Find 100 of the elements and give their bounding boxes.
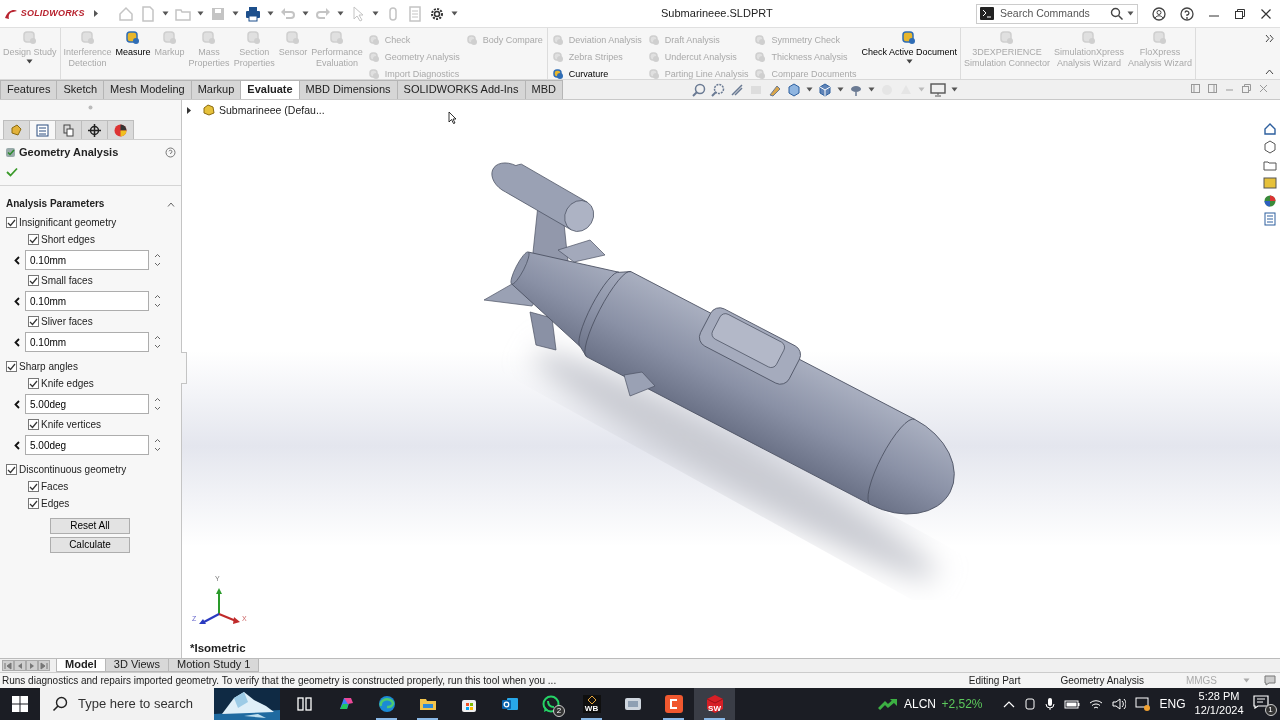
checkbox[interactable]: [28, 498, 39, 510]
zoom-area-icon[interactable]: [710, 82, 725, 97]
tab[interactable]: MBD: [524, 80, 563, 99]
ribbon-button[interactable]: Check Active Document: [859, 30, 959, 64]
value-field[interactable]: 5.00deg: [25, 435, 149, 456]
taskbar-app[interactable]: WB: [571, 688, 612, 720]
volume-icon[interactable]: [1111, 698, 1126, 710]
print-icon[interactable]: [244, 5, 261, 22]
user-icon[interactable]: [1152, 6, 1166, 21]
caret-icon[interactable]: [867, 87, 875, 92]
checkbox[interactable]: [28, 316, 39, 328]
value-field[interactable]: 5.00deg: [25, 394, 149, 415]
collapse-icon[interactable]: [167, 201, 175, 207]
appearance-icon[interactable]: [1263, 194, 1277, 208]
tab[interactable]: Sketch: [56, 80, 105, 99]
caret-icon[interactable]: [336, 11, 344, 16]
checkbox[interactable]: [6, 361, 17, 373]
help-icon[interactable]: [1180, 6, 1194, 21]
value-field[interactable]: 0.10mm: [25, 332, 149, 353]
folder-icon[interactable]: [1263, 158, 1277, 172]
checkbox[interactable]: [28, 275, 39, 287]
tab[interactable]: Markup: [190, 80, 242, 99]
caret-icon[interactable]: [371, 11, 379, 16]
decrease-icon[interactable]: [14, 337, 20, 347]
expand-icon[interactable]: [186, 106, 192, 114]
chat-icon[interactable]: [1264, 675, 1276, 686]
value-field[interactable]: 0.10mm: [25, 291, 149, 312]
battery-icon[interactable]: [1063, 699, 1080, 709]
taskbar-app[interactable]: 2: [530, 688, 571, 720]
caret-icon[interactable]: [450, 11, 458, 16]
checkbox[interactable]: [28, 419, 39, 431]
spinner-icon[interactable]: [154, 294, 161, 309]
decrease-icon[interactable]: [14, 255, 20, 265]
collapse-icon[interactable]: [1265, 69, 1274, 75]
panel-tab[interactable]: [107, 120, 134, 139]
checkbox[interactable]: [28, 234, 39, 246]
tree-item[interactable]: Submarineee (Defau...: [219, 104, 325, 117]
tab[interactable]: Model: [56, 659, 106, 672]
expand-icon[interactable]: [91, 9, 100, 18]
settings-icon[interactable]: [428, 5, 445, 22]
caret-icon[interactable]: [805, 87, 813, 92]
panel-button[interactable]: Reset All: [50, 517, 130, 534]
tab[interactable]: Mesh Modeling: [103, 80, 192, 99]
checkbox[interactable]: [6, 217, 17, 229]
spinner-icon[interactable]: [154, 253, 161, 268]
ribbon-button[interactable]: Measure: [113, 30, 153, 58]
taskbar-search-box[interactable]: Type here to search: [40, 688, 280, 720]
caret-icon[interactable]: [196, 11, 204, 16]
search-icon[interactable]: [1110, 7, 1123, 20]
tab[interactable]: MBD Dimensions: [298, 80, 398, 99]
caret-icon[interactable]: [905, 58, 913, 64]
tab[interactable]: Evaluate: [240, 80, 300, 99]
panel-button[interactable]: Calculate: [50, 536, 130, 553]
caret-icon[interactable]: [950, 87, 958, 92]
display-style-icon[interactable]: [817, 82, 832, 97]
search-box[interactable]: Search Commands: [976, 3, 1138, 24]
tile-icon[interactable]: [1191, 84, 1200, 93]
checkbox[interactable]: [28, 481, 39, 493]
ok-icon[interactable]: [6, 167, 18, 178]
home-icon[interactable]: [1263, 122, 1277, 136]
tab[interactable]: Features: [0, 80, 58, 99]
taskbar-app[interactable]: SW: [694, 688, 735, 720]
microphone-icon[interactable]: [1044, 697, 1055, 711]
view-tool-icon[interactable]: [729, 82, 744, 97]
caret-icon[interactable]: [301, 11, 309, 16]
display-icon[interactable]: [1134, 697, 1151, 711]
drag-handle-icon[interactable]: [88, 105, 93, 110]
show-hidden-icon[interactable]: [1002, 700, 1015, 708]
more-icon[interactable]: [1265, 34, 1274, 43]
cube-icon[interactable]: [786, 82, 801, 97]
monitor-icon[interactable]: [929, 82, 946, 97]
tile-icon[interactable]: [1208, 84, 1217, 93]
spinner-icon[interactable]: [154, 397, 161, 412]
notifications-button[interactable]: 1: [1252, 694, 1275, 714]
value-field[interactable]: 0.10mm: [25, 250, 149, 271]
decrease-icon[interactable]: [14, 296, 20, 306]
caret-icon[interactable]: [266, 11, 274, 16]
tab[interactable]: 3D Views: [104, 659, 170, 672]
search-field[interactable]: Type here to search: [76, 695, 216, 713]
caret-icon[interactable]: [836, 87, 844, 92]
language-indicator[interactable]: ENG: [1159, 696, 1186, 712]
start-icon[interactable]: [12, 696, 28, 712]
cube-icon[interactable]: [1263, 140, 1277, 154]
scroll-button[interactable]: [38, 660, 50, 671]
caret-icon[interactable]: [231, 11, 239, 16]
checkbox[interactable]: [6, 464, 17, 476]
zoom-icon[interactable]: [691, 82, 706, 97]
tab[interactable]: SOLIDWORKS Add-Ins: [396, 80, 526, 99]
restore-icon[interactable]: [1234, 7, 1246, 20]
tab[interactable]: Motion Study 1: [168, 659, 260, 672]
decrease-icon[interactable]: [14, 399, 20, 409]
search-field[interactable]: Search Commands: [998, 6, 1106, 21]
caret-icon[interactable]: [1127, 11, 1134, 16]
panel-tab[interactable]: [81, 120, 108, 139]
scroll-button[interactable]: [2, 660, 14, 671]
camera-icon[interactable]: [1023, 697, 1036, 711]
spinner-icon[interactable]: [154, 335, 161, 350]
spinner-icon[interactable]: [154, 438, 161, 453]
caret-icon[interactable]: [161, 11, 169, 16]
decrease-icon[interactable]: [14, 440, 20, 450]
